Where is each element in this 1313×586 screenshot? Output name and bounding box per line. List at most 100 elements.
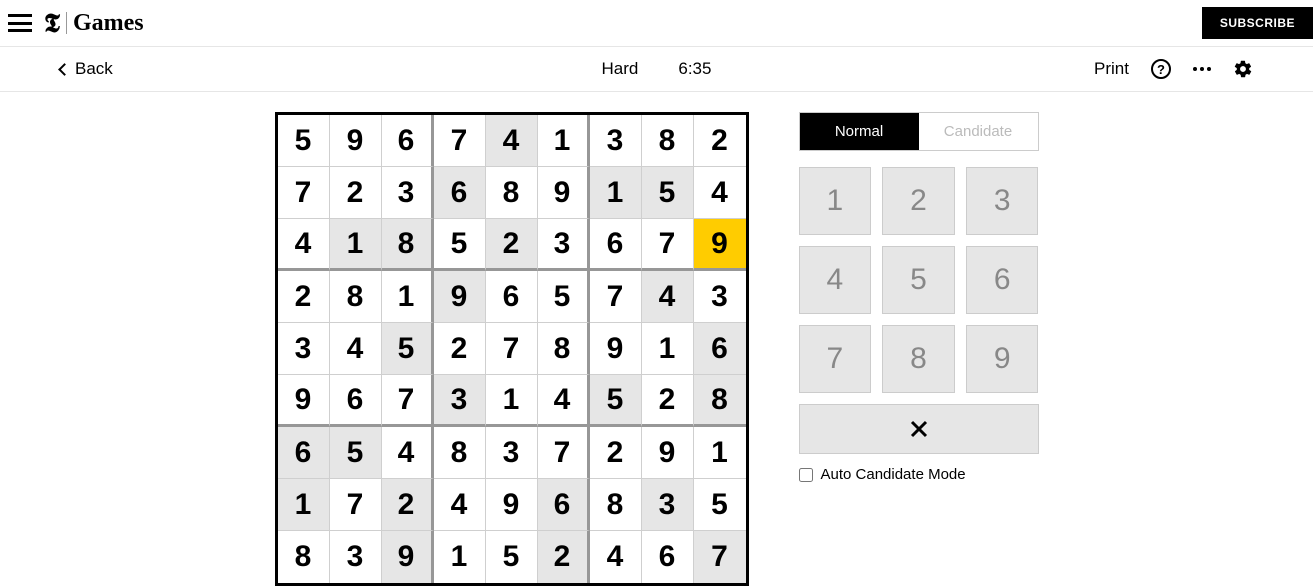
cell-7-5[interactable]: 6 — [538, 479, 590, 531]
cell-8-6[interactable]: 4 — [590, 531, 642, 583]
cell-7-0[interactable]: 1 — [278, 479, 330, 531]
cell-0-0[interactable]: 5 — [278, 115, 330, 167]
cell-1-4[interactable]: 8 — [486, 167, 538, 219]
cell-5-7[interactable]: 2 — [642, 375, 694, 427]
help-icon[interactable]: ? — [1151, 59, 1171, 79]
cell-2-8[interactable]: 9 — [694, 219, 746, 271]
cell-5-4[interactable]: 1 — [486, 375, 538, 427]
cell-3-2[interactable]: 1 — [382, 271, 434, 323]
cell-4-5[interactable]: 8 — [538, 323, 590, 375]
logo[interactable]: 𝕿 Games — [44, 6, 144, 40]
cell-4-6[interactable]: 9 — [590, 323, 642, 375]
cell-4-2[interactable]: 5 — [382, 323, 434, 375]
cell-3-8[interactable]: 3 — [694, 271, 746, 323]
cell-2-2[interactable]: 8 — [382, 219, 434, 271]
cell-6-2[interactable]: 4 — [382, 427, 434, 479]
cell-3-3[interactable]: 9 — [434, 271, 486, 323]
cell-8-0[interactable]: 8 — [278, 531, 330, 583]
cell-2-5[interactable]: 3 — [538, 219, 590, 271]
cell-8-4[interactable]: 5 — [486, 531, 538, 583]
cell-5-5[interactable]: 4 — [538, 375, 590, 427]
cell-5-6[interactable]: 5 — [590, 375, 642, 427]
numpad-3[interactable]: 3 — [966, 167, 1039, 235]
cell-7-1[interactable]: 7 — [330, 479, 382, 531]
cell-1-0[interactable]: 7 — [278, 167, 330, 219]
cell-0-2[interactable]: 6 — [382, 115, 434, 167]
cell-8-1[interactable]: 3 — [330, 531, 382, 583]
cell-0-3[interactable]: 7 — [434, 115, 486, 167]
cell-1-6[interactable]: 1 — [590, 167, 642, 219]
cell-2-0[interactable]: 4 — [278, 219, 330, 271]
cell-3-0[interactable]: 2 — [278, 271, 330, 323]
numpad-4[interactable]: 4 — [799, 246, 872, 314]
cell-6-8[interactable]: 1 — [694, 427, 746, 479]
cell-5-3[interactable]: 3 — [434, 375, 486, 427]
gear-icon[interactable] — [1233, 59, 1253, 79]
cell-6-5[interactable]: 7 — [538, 427, 590, 479]
timer[interactable]: 6:35 — [678, 59, 711, 79]
numpad-5[interactable]: 5 — [882, 246, 955, 314]
menu-icon[interactable] — [8, 14, 32, 32]
tab-normal[interactable]: Normal — [800, 113, 919, 150]
auto-candidate-toggle[interactable]: Auto Candidate Mode — [799, 466, 1039, 483]
numpad-8[interactable]: 8 — [882, 325, 955, 393]
cell-7-4[interactable]: 9 — [486, 479, 538, 531]
cell-6-6[interactable]: 2 — [590, 427, 642, 479]
numpad-1[interactable]: 1 — [799, 167, 872, 235]
cell-6-0[interactable]: 6 — [278, 427, 330, 479]
cell-4-1[interactable]: 4 — [330, 323, 382, 375]
cell-7-8[interactable]: 5 — [694, 479, 746, 531]
more-icon[interactable] — [1193, 67, 1211, 71]
cell-6-7[interactable]: 9 — [642, 427, 694, 479]
cell-1-8[interactable]: 4 — [694, 167, 746, 219]
numpad-6[interactable]: 6 — [966, 246, 1039, 314]
cell-0-6[interactable]: 3 — [590, 115, 642, 167]
tab-candidate[interactable]: Candidate — [919, 113, 1038, 150]
cell-1-3[interactable]: 6 — [434, 167, 486, 219]
cell-8-3[interactable]: 1 — [434, 531, 486, 583]
cell-6-1[interactable]: 5 — [330, 427, 382, 479]
cell-8-8[interactable]: 7 — [694, 531, 746, 583]
cell-5-2[interactable]: 7 — [382, 375, 434, 427]
cell-6-3[interactable]: 8 — [434, 427, 486, 479]
cell-3-7[interactable]: 4 — [642, 271, 694, 323]
cell-2-4[interactable]: 2 — [486, 219, 538, 271]
cell-3-6[interactable]: 7 — [590, 271, 642, 323]
cell-7-7[interactable]: 3 — [642, 479, 694, 531]
cell-5-1[interactable]: 6 — [330, 375, 382, 427]
cell-1-2[interactable]: 3 — [382, 167, 434, 219]
numpad-7[interactable]: 7 — [799, 325, 872, 393]
cell-2-7[interactable]: 7 — [642, 219, 694, 271]
cell-3-5[interactable]: 5 — [538, 271, 590, 323]
cell-0-5[interactable]: 1 — [538, 115, 590, 167]
cell-3-4[interactable]: 6 — [486, 271, 538, 323]
cell-1-1[interactable]: 2 — [330, 167, 382, 219]
numpad-2[interactable]: 2 — [882, 167, 955, 235]
print-button[interactable]: Print — [1094, 59, 1129, 79]
cell-7-2[interactable]: 2 — [382, 479, 434, 531]
cell-5-0[interactable]: 9 — [278, 375, 330, 427]
cell-2-6[interactable]: 6 — [590, 219, 642, 271]
erase-button[interactable] — [799, 404, 1039, 454]
subscribe-button[interactable]: SUBSCRIBE — [1202, 7, 1313, 39]
cell-8-7[interactable]: 6 — [642, 531, 694, 583]
cell-1-7[interactable]: 5 — [642, 167, 694, 219]
cell-2-3[interactable]: 5 — [434, 219, 486, 271]
cell-3-1[interactable]: 8 — [330, 271, 382, 323]
cell-0-8[interactable]: 2 — [694, 115, 746, 167]
cell-6-4[interactable]: 3 — [486, 427, 538, 479]
auto-candidate-checkbox[interactable] — [799, 468, 813, 482]
cell-4-8[interactable]: 6 — [694, 323, 746, 375]
cell-4-3[interactable]: 2 — [434, 323, 486, 375]
cell-4-4[interactable]: 7 — [486, 323, 538, 375]
cell-8-5[interactable]: 2 — [538, 531, 590, 583]
cell-0-7[interactable]: 8 — [642, 115, 694, 167]
cell-0-1[interactable]: 9 — [330, 115, 382, 167]
cell-8-2[interactable]: 9 — [382, 531, 434, 583]
numpad-9[interactable]: 9 — [966, 325, 1039, 393]
cell-7-3[interactable]: 4 — [434, 479, 486, 531]
back-button[interactable]: Back — [60, 59, 113, 79]
cell-2-1[interactable]: 1 — [330, 219, 382, 271]
cell-1-5[interactable]: 9 — [538, 167, 590, 219]
cell-4-0[interactable]: 3 — [278, 323, 330, 375]
